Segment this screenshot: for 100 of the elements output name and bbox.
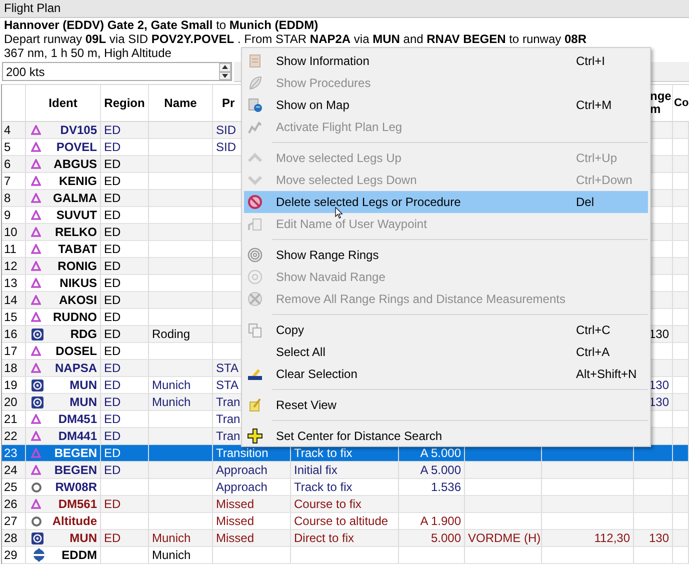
ident-cell: MUN [70, 377, 97, 393]
ident-cell: TABAT [58, 241, 97, 257]
region-cell: ED [104, 531, 121, 545]
menu-item[interactable]: Select All Ctrl+A [244, 341, 648, 363]
row-number: 10 [4, 225, 18, 239]
table-row[interactable]: 23 BEGEN ED Transition Track to fix A 5.000 [2, 445, 689, 462]
region-cell: ED [104, 378, 121, 392]
region-cell: ED [104, 293, 121, 307]
row-number: 19 [4, 378, 18, 392]
column-header[interactable]: Ident [48, 96, 78, 110]
eraser-icon [247, 366, 263, 382]
leg-cell: Course to altitude [294, 514, 388, 528]
up-arrow-icon [222, 65, 228, 70]
procedure-cell: SID [216, 123, 236, 137]
column-header[interactable]: Co [674, 96, 689, 110]
row-number: 27 [4, 514, 18, 528]
row-number: 12 [4, 259, 18, 273]
spin-up-button[interactable] [219, 63, 231, 72]
row-number: 7 [4, 174, 11, 188]
menu-item[interactable]: Show Information Ctrl+I [244, 50, 648, 72]
ident-cell: DM441 [58, 428, 97, 444]
menu-item[interactable]: Set Center for Distance Search [244, 425, 648, 447]
region-cell: ED [104, 157, 121, 171]
column-header[interactable]: Pr [222, 96, 235, 110]
ident-cell: GALMA [53, 190, 97, 206]
mouse-pointer-icon [335, 207, 343, 219]
circle-icon [31, 482, 42, 492]
column-header[interactable]: nge m [650, 90, 672, 116]
frequency-cell: 112,30 [594, 531, 630, 545]
row-number: 23 [4, 446, 18, 460]
route-summary: 367 nm, 1 h 50 m, High Altitude [4, 46, 172, 60]
route-summary: Hannover (EDDV) Gate 2, Gate Small to Munich (EDDM) [4, 18, 318, 32]
restriction-cell: A 1.900 [420, 514, 461, 528]
restriction-cell: 5.000 [430, 531, 461, 545]
region-cell: ED [104, 191, 121, 205]
restriction-cell: A 5.000 [420, 446, 461, 460]
row-number: 16 [4, 327, 18, 341]
row-number: 11 [4, 242, 16, 256]
region-cell: ED [104, 361, 121, 375]
column-header[interactable]: Name [164, 96, 197, 110]
name-cell: Roding [152, 327, 190, 341]
row-number: 6 [4, 157, 11, 171]
region-cell: ED [104, 140, 121, 154]
leg-cell: Track to fix [294, 480, 352, 494]
table-row[interactable]: 29 EDDM Munich [2, 547, 689, 564]
region-cell: ED [104, 395, 121, 409]
region-cell: ED [104, 310, 121, 324]
procedure-cell: STA [216, 378, 238, 392]
range-cell: 130 [648, 378, 669, 392]
procedure-cell: Approach [216, 480, 268, 494]
procedure-cell: Transition [216, 446, 268, 460]
column-header[interactable]: Region [104, 96, 145, 110]
document-icon [247, 53, 263, 69]
menu-item[interactable]: Show on Map Ctrl+M [244, 94, 648, 116]
triangle-icon [31, 499, 41, 509]
pencil-document-icon [247, 397, 263, 413]
document-edit-icon [247, 216, 263, 232]
menu-item[interactable]: Delete selected Legs or Procedure Del [244, 191, 648, 213]
ident-cell: BEGEN [54, 462, 97, 478]
crossed-rings-icon [247, 291, 263, 307]
procedure-cell: Missed [216, 497, 254, 511]
ident-cell: MUN [70, 394, 97, 410]
region-cell: ED [104, 259, 121, 273]
menu-item[interactable]: Show Range Rings [244, 244, 648, 266]
row-number: 17 [4, 344, 18, 358]
ident-cell: RUDNO [53, 309, 97, 325]
region-cell: ED [104, 412, 121, 426]
region-cell: ED [104, 276, 121, 290]
panel-title: Flight Plan [0, 0, 689, 18]
ident-cell: KENIG [58, 173, 97, 189]
row-number: 29 [4, 548, 18, 562]
route-icon [247, 119, 263, 135]
ident-cell: Altitude [52, 513, 97, 529]
region-cell: ED [104, 242, 121, 256]
procedure-cell: Tran [216, 412, 240, 426]
name-cell: Munich [152, 548, 191, 562]
range-cell: 130 [648, 531, 669, 545]
shortcut-text: Del [576, 195, 594, 209]
range-cell: 130 [648, 327, 669, 341]
ident-cell: DM561 [58, 496, 97, 512]
ident-cell: RDG [70, 326, 97, 342]
procedure-cell: Approach [216, 463, 268, 477]
speed-field[interactable]: 200 kts [3, 63, 219, 80]
circle-icon [31, 516, 42, 526]
region-cell: ED [104, 123, 121, 137]
shortcut-text: Ctrl+Down [576, 173, 632, 187]
ident-cell: SUVUT [56, 207, 97, 223]
shortcut-text: Ctrl+A [576, 345, 610, 359]
name-cell: Munich [152, 531, 191, 545]
ident-cell: RONIG [58, 258, 97, 274]
speed-spinbox[interactable]: 200 kts [2, 62, 232, 81]
procedure-cell: Tran [216, 429, 240, 443]
airport-icon [31, 548, 47, 562]
ident-cell: BEGEN [54, 445, 97, 461]
table-row[interactable]: 28 MUN ED Munich Missed Direct to fix 5.000 VORDME (H) 112,30 130 [2, 530, 689, 547]
row-number: 9 [4, 208, 11, 222]
table-row[interactable]: 24 BEGEN ED Approach Initial fix A 5.000 [2, 462, 689, 479]
row-number: 14 [4, 293, 18, 307]
row-number: 18 [4, 361, 18, 375]
table-row[interactable]: 26 DM561 ED Missed Course to fix [2, 496, 689, 513]
